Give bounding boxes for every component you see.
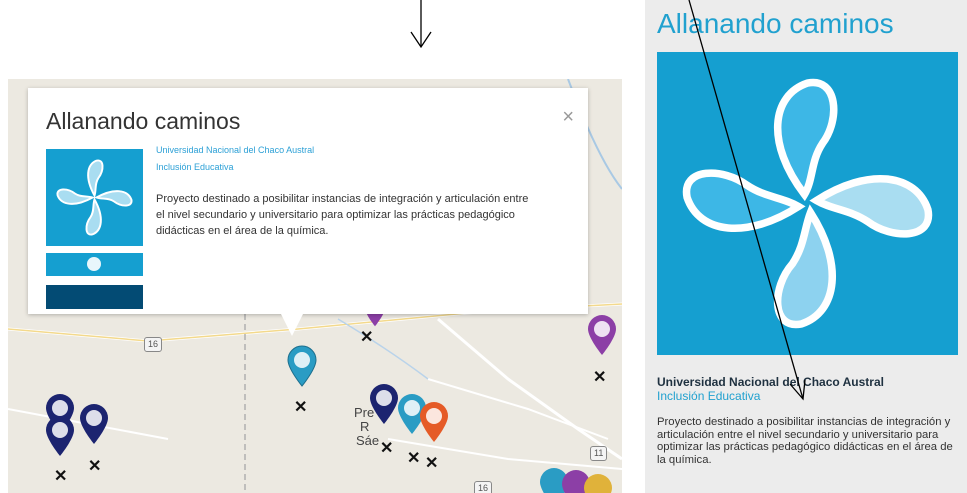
card-category[interactable]: Inclusión Educativa <box>657 389 760 403</box>
route-shield: 16 <box>474 481 493 493</box>
location-cross-icon: ✕ <box>360 329 374 346</box>
location-cross-icon: ✕ <box>425 455 439 472</box>
popup-pointer <box>280 312 304 336</box>
card-institution[interactable]: Universidad Nacional del Chaco Austral <box>657 375 884 389</box>
card-description: Proyecto destinado a posibilitar instanc… <box>657 416 953 466</box>
map-pin-icon[interactable] <box>586 314 618 356</box>
popup-color-band <box>46 253 143 276</box>
location-cross-icon: ✕ <box>593 369 607 386</box>
map-pin-icon[interactable] <box>44 415 76 457</box>
location-cross-icon: ✕ <box>88 458 102 475</box>
map-pin-icon[interactable] <box>582 473 614 493</box>
route-shield: 16 <box>144 337 163 352</box>
star-swirl-logo-icon <box>46 149 143 246</box>
location-cross-icon: ✕ <box>294 399 308 416</box>
popup-description: Proyecto destinado a posibilitar instanc… <box>156 193 529 237</box>
card-title: Allanando caminos <box>657 8 894 39</box>
close-icon[interactable]: × <box>562 106 574 129</box>
map-pin-icon[interactable] <box>78 403 110 445</box>
town-label: Sáe <box>356 433 380 448</box>
popup-color-band <box>46 285 143 309</box>
location-cross-icon: ✕ <box>54 468 68 485</box>
popup-category[interactable]: Inclusión Educativa <box>156 162 234 172</box>
map-view[interactable]: 16 11 16 Pre R Sáe ✕ ✕ ✕ ✕ ✕ ✕ ✕ ✕ Allan… <box>8 79 622 493</box>
popup-title: Allanando caminos <box>46 108 241 134</box>
location-cross-icon: ✕ <box>407 450 421 467</box>
map-pin-icon[interactable] <box>286 345 318 387</box>
route-shield: 11 <box>590 446 608 461</box>
popup-institution[interactable]: Universidad Nacional del Chaco Austral <box>156 145 314 155</box>
location-cross-icon: ✕ <box>380 440 394 457</box>
project-card: Allanando caminos Universidad Nacional d… <box>645 0 967 493</box>
map-pin-icon[interactable] <box>418 401 450 443</box>
info-popup: Allanando caminos × Universidad Nacional… <box>28 88 588 314</box>
star-swirl-logo-icon <box>657 52 958 355</box>
